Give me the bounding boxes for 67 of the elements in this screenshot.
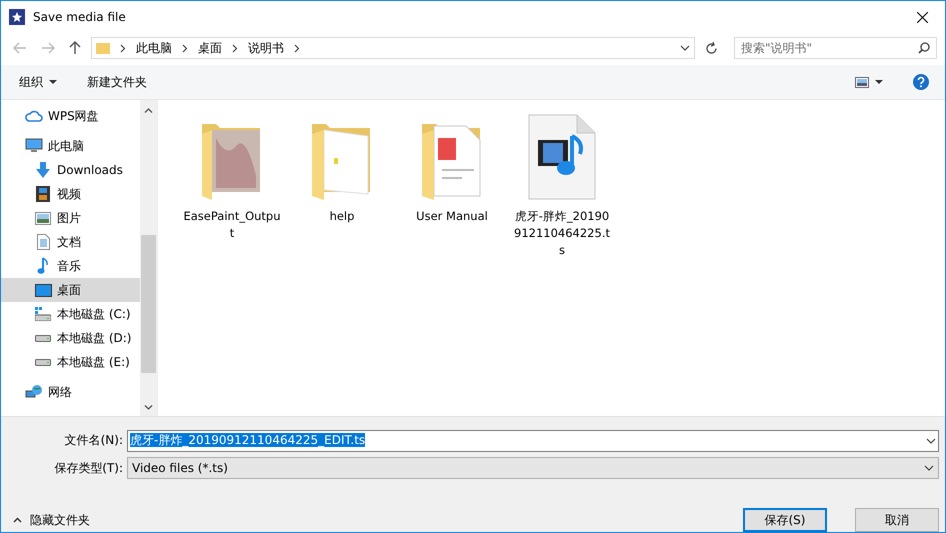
- filename-field[interactable]: 虎牙-胖炸_20190912110464225_EDIT.ts: [127, 430, 939, 452]
- save-button[interactable]: 保存(S): [743, 508, 827, 532]
- chevron-right-icon: [182, 44, 188, 52]
- chevron-down-icon: [924, 465, 934, 472]
- folder-icon: [96, 41, 110, 55]
- help-icon: [913, 74, 929, 90]
- drive-icon: [35, 358, 51, 366]
- desktop-icon: [34, 284, 52, 296]
- window-title: Save media file: [33, 10, 126, 24]
- drive-icon: [35, 334, 51, 342]
- sidebar-item[interactable]: 桌面: [1, 278, 140, 302]
- right-arrow-icon: [41, 42, 55, 54]
- search-icon: [918, 42, 930, 54]
- chevron-right-icon: [294, 44, 300, 52]
- sidebar-item[interactable]: 文档: [1, 230, 140, 254]
- sidebar-item[interactable]: 网络: [1, 380, 140, 404]
- file-item[interactable]: 虎牙-胖炸_20190912110464225.ts: [510, 112, 614, 259]
- sidebar-item[interactable]: 本地磁盘 (E:): [1, 350, 140, 374]
- sidebar-item[interactable]: 此电脑: [1, 134, 140, 158]
- breadcrumb[interactable]: 此电脑: [136, 40, 172, 56]
- sidebar-item[interactable]: WPS网盘: [1, 104, 140, 128]
- scroll-up-icon: [144, 108, 153, 113]
- sidebar-item[interactable]: Downloads: [1, 158, 140, 182]
- sidebar-item[interactable]: 视频: [1, 182, 140, 206]
- organize-menu-button[interactable]: 组织: [13, 70, 63, 94]
- cloud-icon: [25, 109, 43, 123]
- down-arrow-icon: [35, 161, 51, 179]
- sidebar-item[interactable]: 本地磁盘 (C:): [1, 302, 140, 326]
- chevron-down-icon: [926, 438, 936, 444]
- breadcrumb[interactable]: 说明书: [248, 40, 284, 56]
- monitor-icon: [25, 138, 43, 154]
- refresh-icon: [705, 42, 718, 54]
- picture-icon: [855, 76, 869, 88]
- breadcrumb[interactable]: 桌面: [198, 40, 222, 56]
- left-arrow-icon: [13, 42, 27, 54]
- caret-icon: [49, 80, 57, 84]
- cancel-button[interactable]: 取消: [855, 508, 939, 532]
- search-field[interactable]: 搜索"说明书": [734, 37, 937, 59]
- network-globe-icon: [25, 384, 43, 400]
- file-item[interactable]: help: [290, 112, 394, 225]
- picture-icon: [35, 212, 51, 224]
- file-item[interactable]: EasePaint_Output: [180, 112, 284, 242]
- up-arrow-icon: [69, 41, 81, 55]
- sidebar-item[interactable]: 音乐: [1, 254, 140, 278]
- chevron-up-icon: [13, 517, 22, 523]
- caret-icon: [875, 80, 883, 84]
- address-bar[interactable]: 此电脑 桌面 说明书: [91, 37, 695, 59]
- drive-icon: [35, 307, 51, 321]
- app-icon: [9, 9, 25, 25]
- field-label: 保存类型(T):: [53, 460, 123, 477]
- scroll-down-icon: [144, 405, 153, 410]
- close-icon: [916, 12, 928, 22]
- document-icon: [36, 234, 50, 250]
- chevron-down-icon: [680, 45, 690, 51]
- sidebar-item[interactable]: 本地磁盘 (D:): [1, 326, 140, 350]
- chevron-right-icon: [232, 44, 238, 52]
- file-type-dropdown[interactable]: Video files (*.ts): [127, 457, 939, 480]
- chevron-right-icon: [120, 44, 126, 52]
- film-icon: [36, 186, 50, 202]
- video-file-icon: [528, 114, 596, 200]
- sidebar-item[interactable]: 图片: [1, 206, 140, 230]
- music-note-icon: [37, 257, 49, 275]
- file-item[interactable]: User Manual: [400, 112, 504, 225]
- hide-folders-button[interactable]: 隐藏文件夹: [13, 512, 90, 528]
- new-folder-button[interactable]: 新建文件夹: [81, 70, 153, 94]
- field-label: 文件名(N):: [64, 432, 123, 450]
- scrollbar[interactable]: [140, 100, 157, 416]
